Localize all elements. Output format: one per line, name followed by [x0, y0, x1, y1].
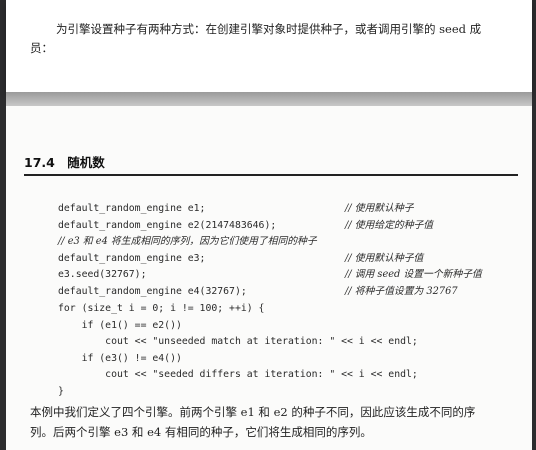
code-line: if (e1() == e2()): [58, 320, 182, 331]
section-number: 17.4: [24, 155, 55, 170]
code-line: cout << "seeded differs at iteration: " …: [58, 369, 418, 380]
section-heading: 17.4 随机数: [24, 152, 105, 171]
code-line: default_random_engine e2(2147483646);: [58, 220, 277, 231]
page-gap: [6, 92, 532, 106]
code-line: default_random_engine e3;: [58, 253, 206, 264]
code-comment: // 使用给定的种子值: [345, 220, 434, 231]
code-comment: // 使用默认种子值: [345, 253, 424, 264]
code-line: cout << "unseeded match at iteration: " …: [58, 336, 418, 347]
code-line: if (e3() != e4()): [58, 353, 182, 364]
code-line: default_random_engine e4(32767);: [58, 286, 247, 297]
code-comment: // 将种子值设置为 32767: [345, 286, 458, 297]
code-line: default_random_engine e1;: [58, 203, 206, 214]
code-line: e3.seed(32767);: [58, 269, 147, 280]
top-paragraph-line-1: 为引擎设置种子有两种方式：在创建引擎对象时提供种子，或者调用引擎的 seed 成: [56, 22, 482, 36]
code-comment: // 使用默认种子: [345, 203, 414, 214]
code-line: // e3 和 e4 将生成相同的序列，因为它们使用了相同的种子: [58, 236, 317, 247]
bottom-paragraph-line-1: 本例中我们定义了四个引擎。前两个引擎 e1 和 e2 的种子不同，因此应该生成不…: [30, 405, 476, 419]
code-line: for (size_t i = 0; i != 100; ++i) {: [58, 303, 265, 314]
section-rule: [24, 174, 518, 176]
section-title: 随机数: [67, 155, 105, 170]
code-comment: // 调用 seed 设置一个新种子值: [345, 269, 482, 280]
bottom-paragraph-line-2: 列。后两个引擎 e3 和 e4 有相同的种子，它们将生成相同的序列。: [30, 425, 372, 439]
code-line: }: [58, 386, 64, 397]
top-paragraph-line-2: 员：: [30, 41, 53, 55]
